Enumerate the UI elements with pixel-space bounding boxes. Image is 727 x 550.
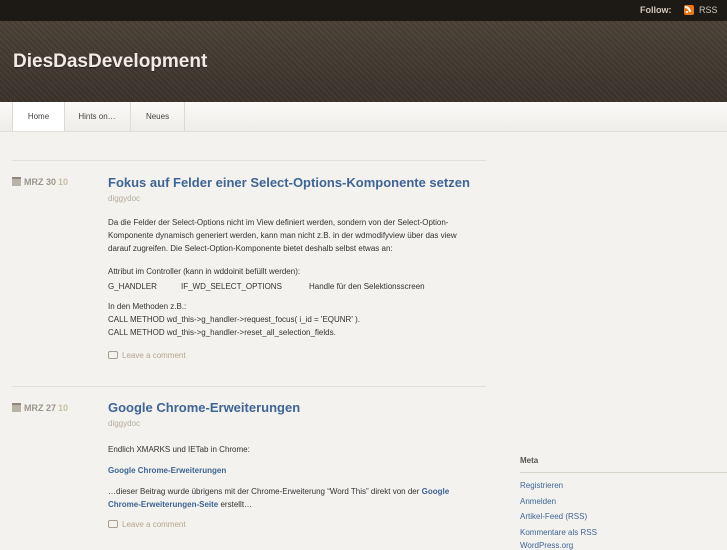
comment-icon: [108, 520, 118, 528]
text-line: Komponente dynamisch generiert werden, k…: [108, 231, 457, 240]
text-line: Da die Felder der Select-Options nicht i…: [108, 218, 449, 227]
sidebar-divider: [520, 472, 727, 473]
sidebar-heading: Meta: [520, 456, 539, 465]
post-paragraph: Endlich XMARKS und IETab in Chrome:: [108, 445, 250, 454]
main-nav: Home Hints on… Neues: [0, 102, 727, 132]
nav-item-neues[interactable]: Neues: [131, 102, 185, 131]
google-link[interactable]: Google: [422, 487, 450, 496]
nav-item-hints[interactable]: Hints on…: [64, 102, 131, 131]
site-title[interactable]: DiesDasDevelopment: [13, 51, 207, 73]
leave-comment-label[interactable]: Leave a comment: [122, 351, 186, 360]
leave-comment-link[interactable]: Leave a comment: [108, 520, 186, 529]
post-date: MRZ 30 10: [12, 177, 68, 187]
site-header: DiesDasDevelopment: [0, 21, 727, 102]
meta-link-register[interactable]: Registrieren: [520, 481, 563, 490]
top-bar: Follow: RSS: [0, 0, 727, 21]
rss-icon[interactable]: [684, 5, 694, 15]
attribute-type: IF_WD_SELECT_OPTIONS: [181, 282, 282, 291]
rss-link[interactable]: RSS: [699, 5, 718, 15]
attribute-description: Handle für den Selektionsscreen: [309, 282, 425, 291]
post-date-day: MRZ 30: [24, 177, 57, 187]
calendar-icon: [12, 403, 21, 412]
text-line: …dieser Beitrag wurde übrigens mit der C…: [108, 487, 420, 496]
post-paragraph: …dieser Beitrag wurde übrigens mit der C…: [108, 485, 449, 511]
text-line: In den Methoden z.B.:: [108, 302, 187, 311]
post-paragraph: Da die Felder der Select-Options nicht i…: [108, 216, 457, 255]
calendar-icon: [12, 177, 21, 186]
text-line: CALL METHOD wd_this->g_handler->request_…: [108, 315, 360, 324]
comment-icon: [108, 351, 118, 359]
leave-comment-label[interactable]: Leave a comment: [122, 520, 186, 529]
post-date-day: MRZ 27: [24, 403, 57, 413]
attribute-name: G_HANDLER: [108, 282, 157, 291]
post-paragraph: Attribut im Controller (kann in wddoinit…: [108, 265, 300, 278]
post-date-year: 10: [58, 403, 69, 413]
post-author[interactable]: diggydoc: [108, 194, 140, 203]
text-line: Attribut im Controller (kann in wddoinit…: [108, 267, 301, 276]
post-divider: [12, 160, 486, 161]
follow-label: Follow:: [640, 5, 672, 15]
post-divider: [12, 386, 486, 387]
nav-item-home[interactable]: Home: [12, 102, 65, 131]
chrome-extensions-page-link[interactable]: Chrome-Erweiterungen-Seite: [108, 500, 218, 509]
text-line: CALL METHOD wd_this->g_handler->reset_al…: [108, 328, 336, 337]
text-line: darauf zugreifen. Die Select-Option-Komp…: [108, 244, 393, 253]
post-title[interactable]: Fokus auf Felder einer Select-Options-Ko…: [108, 175, 470, 190]
chrome-extensions-link[interactable]: Google Chrome-Erweiterungen: [108, 466, 226, 475]
post-title[interactable]: Google Chrome-Erweiterungen: [108, 400, 300, 415]
meta-link-comments-feed[interactable]: Kommentare als RSS: [520, 528, 597, 537]
meta-link-login[interactable]: Anmelden: [520, 497, 556, 506]
post-author[interactable]: diggydoc: [108, 419, 140, 428]
post-date-year: 10: [58, 177, 69, 187]
meta-link-wordpress[interactable]: WordPress.org: [520, 541, 573, 550]
post-paragraph: Google Chrome-Erweiterungen: [108, 464, 226, 477]
text-line: erstellt…: [220, 500, 253, 509]
post-date: MRZ 27 10: [12, 403, 68, 413]
meta-link-posts-feed[interactable]: Artikel-Feed (RSS): [520, 512, 587, 521]
post-paragraph: In den Methoden z.B.: CALL METHOD wd_thi…: [108, 300, 360, 339]
leave-comment-link[interactable]: Leave a comment: [108, 351, 186, 360]
